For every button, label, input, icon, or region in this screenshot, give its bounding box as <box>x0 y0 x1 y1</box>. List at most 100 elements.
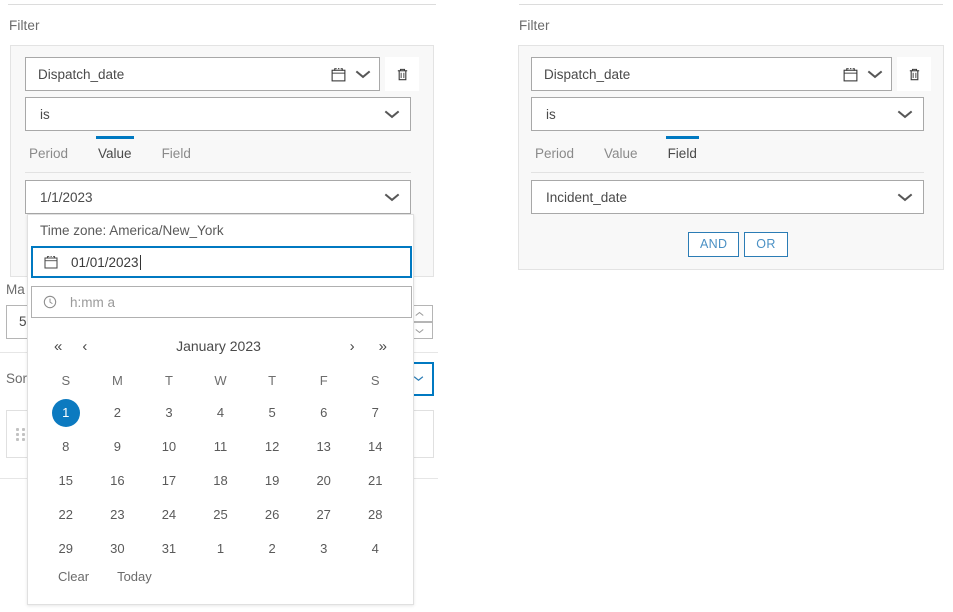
day-cell[interactable]: 18 <box>195 464 247 498</box>
day-cell[interactable]: 22 <box>40 498 92 532</box>
day-cell[interactable]: 7 <box>349 396 401 430</box>
day-cell[interactable]: 29 <box>40 532 92 566</box>
tab-value[interactable]: Value <box>96 136 134 170</box>
day-number: 17 <box>161 473 177 488</box>
day-cell[interactable]: 16 <box>92 464 144 498</box>
day-number: 22 <box>58 507 74 522</box>
day-cell[interactable]: 24 <box>143 498 195 532</box>
left-value-select[interactable]: 1/1/2023 <box>25 180 411 214</box>
left-tabs: Period Value Field <box>27 136 219 170</box>
day-cell[interactable]: 13 <box>298 430 350 464</box>
date-picker-timezone: Time zone: America/New_York <box>40 223 224 238</box>
day-cell[interactable]: 9 <box>92 430 144 464</box>
chevron-down-icon <box>355 70 371 79</box>
day-cell[interactable]: 10 <box>143 430 195 464</box>
day-header: M <box>111 373 123 388</box>
day-cell[interactable]: 26 <box>246 498 298 532</box>
day-number: 5 <box>268 405 276 420</box>
prev-year-button[interactable]: « <box>50 337 66 356</box>
day-number: 9 <box>113 439 121 454</box>
calendar-icon <box>44 256 58 269</box>
day-cell[interactable]: 2 <box>246 532 298 566</box>
day-cell[interactable]: 31 <box>143 532 195 566</box>
logic-buttons: AND OR <box>688 232 788 257</box>
date-picker-month-title: January 2023 <box>176 338 261 354</box>
day-cell[interactable]: 4 <box>195 396 247 430</box>
day-number: 2 <box>268 541 276 556</box>
and-button[interactable]: AND <box>688 232 740 257</box>
prev-month-button[interactable]: ‹ <box>78 337 91 356</box>
clock-icon <box>43 295 57 309</box>
tab-period-label: Period <box>29 146 69 161</box>
clear-button[interactable]: Clear <box>58 569 89 584</box>
left-operator-select[interactable]: is <box>25 97 411 131</box>
right-top-rule <box>519 4 943 5</box>
day-cell[interactable]: 25 <box>195 498 247 532</box>
day-header: S <box>61 373 71 388</box>
date-picker-popup: Time zone: America/New_York 01/01/2023 h… <box>27 214 414 605</box>
day-header-row: S M T W T F S <box>40 366 401 396</box>
day-cell[interactable]: 28 <box>349 498 401 532</box>
left-field-select[interactable]: Dispatch_date <box>25 57 380 91</box>
day-cell[interactable]: 11 <box>195 430 247 464</box>
chevron-down-icon <box>897 110 913 119</box>
right-field-select[interactable]: Dispatch_date <box>531 57 892 91</box>
day-number: 6 <box>320 405 328 420</box>
right-tab-value[interactable]: Value <box>602 136 640 170</box>
right-field-name: Dispatch_date <box>544 66 631 82</box>
day-cell[interactable]: 12 <box>246 430 298 464</box>
sort-label: Sor <box>6 371 28 386</box>
day-cell[interactable]: 3 <box>143 396 195 430</box>
right-tab-field-label: Field <box>667 146 697 161</box>
chevron-down-icon <box>897 193 913 202</box>
or-button[interactable]: OR <box>744 232 788 257</box>
left-filter-section-label: Filter <box>9 18 40 33</box>
day-cell[interactable]: 17 <box>143 464 195 498</box>
right-tab-field[interactable]: Field <box>665 136 699 170</box>
day-number: 11 <box>213 439 228 454</box>
day-cell[interactable]: 21 <box>349 464 401 498</box>
right-value: Incident_date <box>546 189 628 205</box>
right-operator-select[interactable]: is <box>531 97 924 131</box>
day-cell[interactable]: 4 <box>349 532 401 566</box>
day-cell[interactable]: 5 <box>246 396 298 430</box>
day-number: 23 <box>110 507 125 522</box>
today-button[interactable]: Today <box>117 569 152 584</box>
date-picker-time-input[interactable]: h:mm a <box>31 286 412 318</box>
day-cell[interactable]: 14 <box>349 430 401 464</box>
tab-period[interactable]: Period <box>27 136 70 170</box>
day-cell[interactable]: 6 <box>298 396 350 430</box>
tab-field[interactable]: Field <box>160 136 193 170</box>
day-number: 3 <box>320 541 328 556</box>
right-delete-filter-button[interactable] <box>897 57 931 91</box>
week-row: 29 30 31 1 2 3 4 <box>40 532 401 566</box>
right-tab-period[interactable]: Period <box>533 136 576 170</box>
day-number: 7 <box>371 405 379 420</box>
day-cell[interactable]: 23 <box>92 498 144 532</box>
day-cell[interactable]: 2 <box>92 396 144 430</box>
day-cell[interactable]: 1 <box>195 532 247 566</box>
right-value-select[interactable]: Incident_date <box>531 180 924 214</box>
next-year-button[interactable]: » <box>375 337 391 356</box>
day-number: 15 <box>58 473 74 488</box>
day-cell[interactable]: 30 <box>92 532 144 566</box>
day-cell[interactable]: 15 <box>40 464 92 498</box>
day-cell-selected[interactable]: 1 <box>40 396 92 430</box>
date-picker-nav: « ‹ January 2023 › » <box>28 332 413 360</box>
trash-icon <box>909 68 919 80</box>
week-row: 15 16 17 18 19 20 21 <box>40 464 401 498</box>
trash-icon <box>397 68 407 80</box>
day-number: 24 <box>161 507 177 522</box>
day-cell[interactable]: 8 <box>40 430 92 464</box>
date-picker-date-input[interactable]: 01/01/2023 <box>31 246 412 278</box>
day-cell[interactable]: 20 <box>298 464 350 498</box>
next-month-button[interactable]: › <box>346 337 359 356</box>
day-cell[interactable]: 27 <box>298 498 350 532</box>
tab-field-label: Field <box>161 146 191 161</box>
left-delete-filter-button[interactable] <box>385 57 419 91</box>
day-cell[interactable]: 3 <box>298 532 350 566</box>
day-cell[interactable]: 19 <box>246 464 298 498</box>
day-number: 19 <box>264 473 280 488</box>
day-number: 2 <box>113 405 121 420</box>
max-features-value: 5 <box>19 314 27 329</box>
